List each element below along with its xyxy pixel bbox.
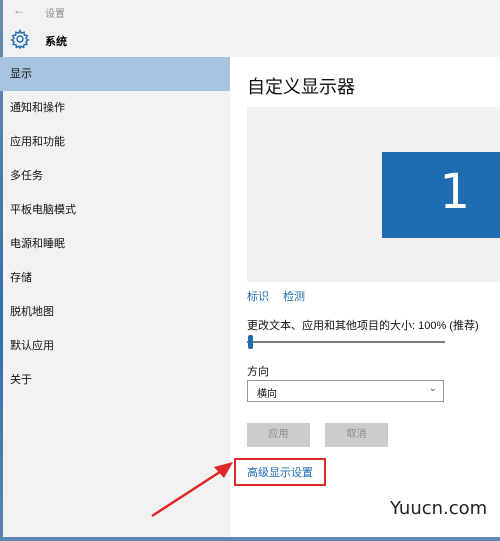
scale-label: 更改文本、应用和其他项目的大小: 100% (推荐) [247,320,479,332]
title-bar: ← 设置 [0,0,230,22]
apply-button[interactable]: 应用 [247,423,310,447]
gear-icon [10,29,30,49]
slider-thumb[interactable] [248,335,253,349]
sidebar-item-notifications[interactable]: 通知和操作 [0,91,230,125]
sidebar-item-multitasking[interactable]: 多任务 [0,159,230,193]
section-header: 系统 [0,26,230,54]
orientation-label: 方向 [247,366,269,378]
chevron-down-icon: ⌄ [428,383,437,394]
preview-links: 标识 检测 [247,288,316,304]
orientation-value: 横向 [257,389,277,400]
sidebar-item-offline-maps[interactable]: 脱机地图 [0,295,230,329]
display-settings-panel: 自定义显示器 1 标识 检测 更改文本、应用和其他项目的大小: 100% (推荐… [230,57,500,541]
sidebar-item-storage[interactable]: 存储 [0,261,230,295]
page-title: 自定义显示器 [247,77,355,97]
monitor-tile[interactable]: 1 [382,152,500,238]
back-arrow-icon[interactable]: ← [13,3,25,17]
taskbar-strip [0,537,500,541]
sidebar-item-tablet-mode[interactable]: 平板电脑模式 [0,193,230,227]
advanced-display-settings-link[interactable]: 高级显示设置 [247,464,313,480]
monitor-number: 1 [439,164,470,220]
watermark: Yuucn.com [390,498,488,519]
sidebar-item-apps[interactable]: 应用和功能 [0,125,230,159]
orientation-select[interactable]: 横向 ⌄ [247,380,444,402]
display-preview: 1 [247,107,500,282]
window-title: 设置 [45,9,65,20]
sidebar-item-about[interactable]: 关于 [0,363,230,397]
cancel-button[interactable]: 取消 [325,423,388,447]
slider-track [247,341,445,343]
sidebar-item-default-apps[interactable]: 默认应用 [0,329,230,363]
section-title: 系统 [45,36,67,48]
sidebar-nav: 显示 通知和操作 应用和功能 多任务 平板电脑模式 电源和睡眠 存储 脱机地图 … [0,57,230,397]
content-area: 自定义显示器 1 标识 检测 更改文本、应用和其他项目的大小: 100% (推荐… [230,0,500,541]
identify-link[interactable]: 标识 [247,291,269,303]
detect-link[interactable]: 检测 [283,291,305,303]
sidebar: ← 设置 系统 显示 通知和操作 应用和功能 多任务 平板电脑模式 电源和睡眠 … [0,0,230,541]
scale-slider[interactable] [247,335,447,349]
sidebar-item-power[interactable]: 电源和睡眠 [0,227,230,261]
sidebar-item-display[interactable]: 显示 [0,57,230,91]
